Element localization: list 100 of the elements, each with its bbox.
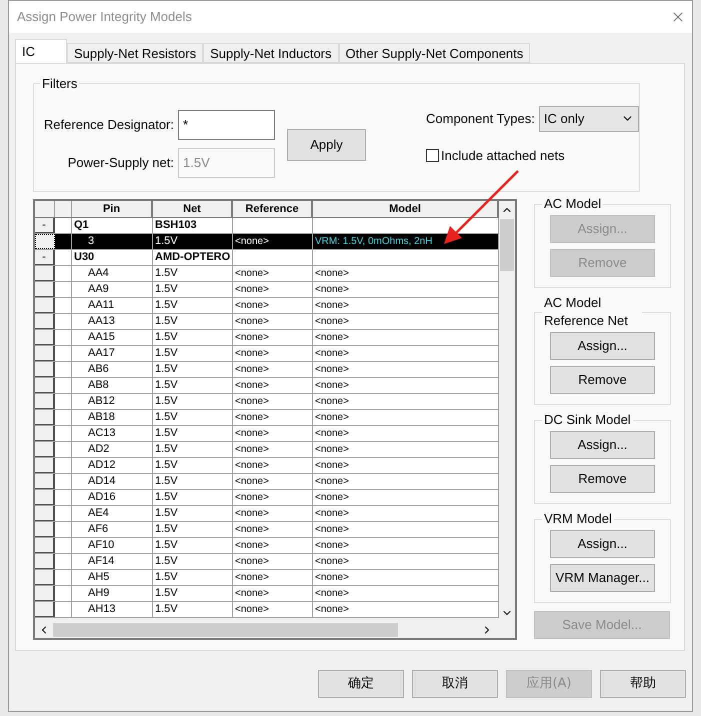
scrollbar-thumb[interactable] xyxy=(53,623,398,637)
table-cell: <none> xyxy=(233,330,313,345)
table-cell: 1.5V xyxy=(153,410,233,425)
table-row[interactable]: AB18 1.5V <none> <none> xyxy=(35,410,499,426)
table-cell: <none> xyxy=(233,410,313,425)
table-cell: AA4 xyxy=(72,266,153,281)
row-header[interactable] xyxy=(35,314,55,329)
row-header[interactable] xyxy=(35,378,55,393)
table-cell: 1.5V xyxy=(153,586,233,601)
tab[interactable]: Supply-Net Resistors xyxy=(67,43,204,63)
row-header[interactable] xyxy=(35,506,55,521)
table-row[interactable]: 3 1.5V <none> VRM: 1.5V, 0mOhms, 2nH xyxy=(35,234,499,250)
model-button[interactable]: Assign... xyxy=(550,431,655,459)
apply-button[interactable]: Apply xyxy=(287,128,366,160)
table-row[interactable]: AF10 1.5V <none> <none> xyxy=(35,538,499,554)
table-row[interactable]: AA11 1.5V <none> <none> xyxy=(35,298,499,314)
tab[interactable]: Supply-Net Inductors xyxy=(203,43,339,63)
group-title: DC Sink Model xyxy=(543,411,632,429)
model-button[interactable]: Remove xyxy=(550,465,655,493)
row-header[interactable] xyxy=(35,426,55,441)
table-row[interactable]: - Q1 BSH103 xyxy=(35,218,499,234)
row-header[interactable] xyxy=(35,522,55,537)
row-header[interactable] xyxy=(35,474,55,489)
table-cell: AH13 xyxy=(72,602,153,617)
row-header[interactable] xyxy=(35,458,55,473)
table-cell: AA17 xyxy=(72,346,153,361)
table-row[interactable]: AH13 1.5V <none> <none> xyxy=(35,602,499,618)
row-header[interactable] xyxy=(35,442,55,457)
table-row[interactable]: AA17 1.5V <none> <none> xyxy=(35,346,499,362)
table-cell: 1.5V xyxy=(153,570,233,585)
table-row[interactable]: AF14 1.5V <none> <none> xyxy=(35,554,499,570)
row-header[interactable] xyxy=(35,266,55,281)
dropdown[interactable]: IC only xyxy=(538,106,639,132)
input-field[interactable]: * xyxy=(178,110,275,140)
model-button[interactable]: Remove xyxy=(550,366,655,394)
table-cell: 1.5V xyxy=(153,474,233,489)
table-row[interactable]: AC13 1.5V <none> <none> xyxy=(35,426,499,442)
dialog-button[interactable]: 确定 xyxy=(318,670,404,698)
table-cell: AD14 xyxy=(72,474,153,489)
table-cell: AH5 xyxy=(72,570,153,585)
table-cell: AB18 xyxy=(72,410,153,425)
table-cell: <none> xyxy=(233,554,313,569)
table-row[interactable]: AD2 1.5V <none> <none> xyxy=(35,442,499,458)
table-row[interactable]: AF6 1.5V <none> <none> xyxy=(35,522,499,538)
dialog-button[interactable]: 帮助 xyxy=(600,670,686,698)
row-header[interactable] xyxy=(35,362,55,377)
scrollbar-thumb[interactable] xyxy=(500,219,514,271)
table-cell: 1.5V xyxy=(153,266,233,281)
collapse-toggle[interactable]: - xyxy=(42,220,46,230)
table-row[interactable]: AB8 1.5V <none> <none> xyxy=(35,378,499,394)
collapse-toggle[interactable]: - xyxy=(42,252,46,262)
table-row[interactable]: AD16 1.5V <none> <none> xyxy=(35,490,499,506)
table-row[interactable]: AH9 1.5V <none> <none> xyxy=(35,586,499,602)
row-header[interactable] xyxy=(35,538,55,553)
row-header[interactable] xyxy=(35,570,55,585)
row-header[interactable] xyxy=(35,554,55,569)
table-cell: <none> xyxy=(233,522,313,537)
tab[interactable]: IC xyxy=(15,39,67,63)
table-row[interactable]: AB12 1.5V <none> <none> xyxy=(35,394,499,410)
table-cell: 1.5V xyxy=(153,490,233,505)
table-cell: AD2 xyxy=(72,442,153,457)
table-row[interactable]: AA13 1.5V <none> <none> xyxy=(35,314,499,330)
table-cell: 1.5V xyxy=(153,522,233,537)
table-row[interactable]: AA4 1.5V <none> <none> xyxy=(35,266,499,282)
row-header[interactable] xyxy=(35,298,55,313)
row-header[interactable] xyxy=(35,490,55,505)
model-button[interactable]: VRM Manager... xyxy=(550,564,655,592)
table-row[interactable]: AA9 1.5V <none> <none> xyxy=(35,282,499,298)
table-cell: 1.5V xyxy=(153,346,233,361)
table-row[interactable]: AE4 1.5V <none> <none> xyxy=(35,506,499,522)
table-cell: 1.5V xyxy=(153,442,233,457)
row-header[interactable] xyxy=(35,586,55,601)
row-header[interactable] xyxy=(35,234,55,249)
table-row[interactable]: AB6 1.5V <none> <none> xyxy=(35,362,499,378)
checkbox[interactable] xyxy=(426,148,439,162)
row-header[interactable] xyxy=(35,394,55,409)
table-cell: 1.5V xyxy=(153,330,233,345)
tab[interactable]: Other Supply-Net Components xyxy=(338,43,530,63)
table-row[interactable]: - U30 AMD-OPTERO xyxy=(35,250,499,266)
table-row[interactable]: AA15 1.5V <none> <none> xyxy=(35,330,499,346)
field-label: Component Types: xyxy=(426,110,535,128)
dialog-button[interactable]: 取消 xyxy=(412,670,498,698)
row-header[interactable]: - xyxy=(35,218,55,233)
row-header[interactable] xyxy=(35,602,55,617)
row-header[interactable] xyxy=(35,346,55,361)
table-row[interactable]: AH5 1.5V <none> <none> xyxy=(35,570,499,586)
model-button[interactable]: Assign... xyxy=(550,530,655,558)
row-header[interactable] xyxy=(35,282,55,297)
table-cell: <none> xyxy=(233,538,313,553)
row-header[interactable] xyxy=(35,410,55,425)
group-title: AC Model Reference Net xyxy=(543,294,629,330)
table-cell: AD12 xyxy=(72,458,153,473)
table-cell: <none> xyxy=(233,314,313,329)
table-row[interactable]: AD14 1.5V <none> <none> xyxy=(35,474,499,490)
table-cell: 3 xyxy=(72,234,153,249)
row-header[interactable]: - xyxy=(35,250,55,265)
table-cell: AB6 xyxy=(72,362,153,377)
table-row[interactable]: AD12 1.5V <none> <none> xyxy=(35,458,499,474)
model-button[interactable]: Assign... xyxy=(550,332,655,360)
row-header[interactable] xyxy=(35,330,55,345)
